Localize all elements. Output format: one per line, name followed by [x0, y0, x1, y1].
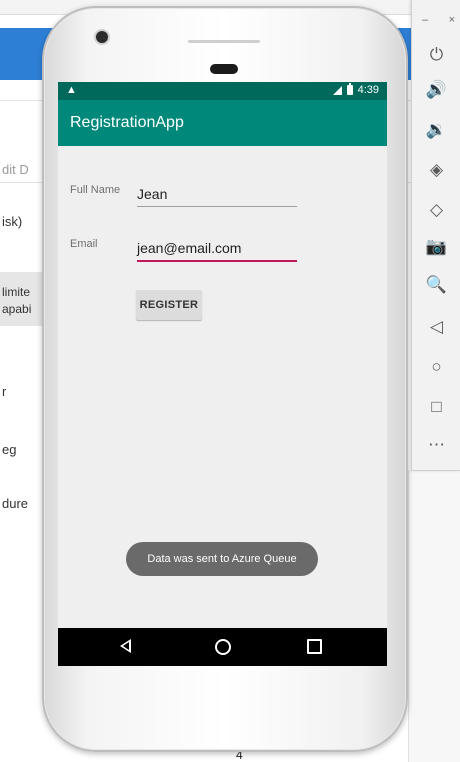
volume-down-icon: 🔉 [425, 120, 448, 139]
home-icon[interactable] [215, 639, 231, 655]
back-icon: ◁ [429, 317, 444, 336]
home-button[interactable]: ○ [412, 352, 460, 382]
earpiece [210, 64, 238, 74]
toast-message: Data was sent to Azure Queue [126, 542, 318, 576]
status-time: 4:39 [357, 84, 379, 96]
register-button[interactable]: REGISTER [136, 290, 202, 320]
ide-snippet: dit D [2, 162, 29, 177]
rotate-left-button[interactable]: ◈ [412, 155, 460, 185]
status-bar: ▲ 4:39 [58, 82, 387, 100]
camera-icon: 📷 [425, 237, 448, 256]
back-button[interactable]: ◁ [412, 312, 460, 342]
rotate-right-button[interactable]: ◇ [412, 195, 460, 225]
ide-snippet: limite [2, 285, 31, 299]
email-value: jean@email.com [137, 240, 242, 256]
volume-up-button[interactable]: 🔊 [412, 75, 460, 105]
ide-snippet: dure [2, 496, 29, 511]
more-icon: ⋯ [428, 435, 445, 454]
power-icon: ⏻ [429, 45, 444, 64]
email-input[interactable]: jean@email.com [137, 236, 297, 262]
more-button[interactable]: ⋯ [412, 430, 460, 460]
full-name-input[interactable]: Jean [137, 182, 297, 207]
overview-button[interactable]: □ [412, 392, 460, 422]
full-name-value: Jean [137, 186, 168, 202]
ide-selected-block [0, 272, 44, 326]
app-title: RegistrationApp [70, 114, 184, 131]
ide-snippet: r [2, 384, 7, 399]
recents-icon[interactable] [307, 639, 322, 654]
rotate-right-icon: ◇ [429, 200, 444, 219]
back-icon[interactable] [120, 639, 131, 653]
ide-snippet: eg [2, 442, 17, 457]
overview-icon: □ [431, 397, 442, 416]
zoom-button[interactable]: 🔍 [412, 270, 460, 300]
home-icon: ○ [431, 357, 442, 376]
status-icons: 4:39 [332, 83, 379, 96]
front-camera [96, 31, 108, 43]
email-label: Email [70, 238, 98, 250]
volume-down-button[interactable]: 🔉 [412, 115, 460, 145]
emulator-toolbar: – × ⏻ 🔊 🔉 ◈ ◇ 📷 🔍 ◁ ○ □ ⋯ [411, 0, 460, 471]
rotate-left-icon: ◈ [429, 160, 444, 179]
volume-up-icon: 🔊 [425, 80, 448, 99]
battery-icon [346, 83, 353, 95]
close-button[interactable]: × [449, 14, 455, 26]
zoom-in-icon: 🔍 [425, 275, 448, 294]
top-speaker-grille [188, 40, 260, 43]
signal-icon [332, 85, 342, 95]
power-button[interactable]: ⏻ [412, 40, 460, 70]
toolbar-window-controls: – × [412, 14, 460, 28]
phone-screen: ▲ 4:39 RegistrationApp Full Name Jean Em… [58, 82, 387, 666]
ide-snippet: apabi [2, 302, 32, 316]
ide-snippet: isk) [2, 214, 23, 229]
nav-bar [58, 628, 387, 666]
minimize-button[interactable]: – [422, 14, 428, 26]
screenshot-button[interactable]: 📷 [412, 232, 460, 262]
full-name-label: Full Name [70, 184, 121, 196]
warning-triangle-icon: ▲ [66, 84, 77, 96]
app-bar: RegistrationApp [58, 100, 387, 146]
ide-right-column [408, 470, 460, 762]
